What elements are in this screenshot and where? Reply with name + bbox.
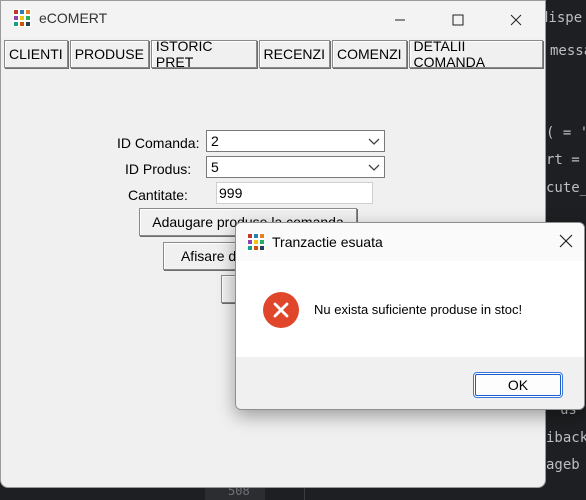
menu-recenzi[interactable]: RECENZI [258,40,330,68]
ok-button[interactable]: OK [473,372,563,398]
code-line: ageb [546,457,580,473]
code-line: messa [550,43,586,59]
code-line: ( = ' [546,125,586,141]
dialog-title-bar[interactable]: Tranzactie esuata [236,223,584,261]
chevron-down-icon [368,138,380,145]
error-icon [263,292,299,328]
dialog-footer: OK [236,357,584,409]
close-button[interactable] [487,1,545,38]
id-comanda-select[interactable]: 2 [206,130,385,152]
dialog-message: Nu exista suficiente produse in stoc! [314,302,523,317]
id-produs-value: 5 [211,159,219,175]
error-dialog: Tranzactie esuata Nu exista suficiente p… [235,222,585,410]
cantitate-label: Cantitate: [128,187,188,203]
chevron-down-icon [368,164,380,171]
code-line: iback [546,430,586,446]
code-line: rt = [546,152,580,168]
window-title: eCOMERT [39,10,108,26]
code-line: dispe [540,10,583,26]
close-icon [510,14,522,25]
menu-istoric-pret[interactable]: ISTORIC PRET [150,38,257,70]
app-feather-icon [247,233,265,251]
minimize-icon [395,19,405,20]
menu-bar: CLIENTI PRODUSE ISTORIC PRET RECENZI COM… [4,38,545,70]
maximize-button[interactable] [429,1,487,38]
id-produs-select[interactable]: 5 [206,156,385,178]
dialog-body: Nu exista suficiente produse in stoc! [236,261,584,357]
code-line: cute_ [546,180,586,196]
dialog-title: Tranzactie esuata [272,234,383,250]
id-comanda-label: ID Comanda: [117,135,200,151]
cantitate-input[interactable]: 999 [216,182,373,204]
minimize-button[interactable] [371,1,429,38]
menu-comenzi[interactable]: COMENZI [331,40,407,68]
cantitate-value: 999 [219,185,243,201]
maximize-icon [452,14,464,25]
close-icon[interactable] [558,233,574,249]
menu-clienti[interactable]: CLIENTI [4,40,68,68]
id-produs-label: ID Produs: [125,161,192,177]
menu-detalii-comanda[interactable]: DETALII COMANDA [408,38,543,70]
app-feather-icon [13,9,31,27]
id-comanda-value: 2 [211,133,219,149]
menu-produse[interactable]: PRODUSE [69,40,149,68]
title-bar[interactable]: eCOMERT [1,1,545,38]
